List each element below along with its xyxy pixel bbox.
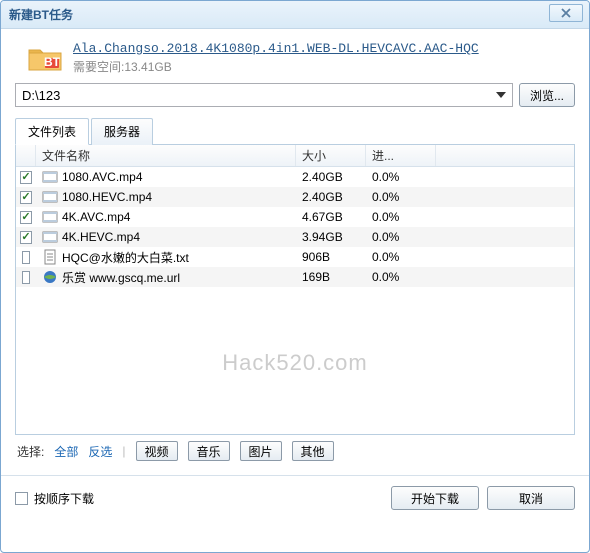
select-all-link[interactable]: 全部 xyxy=(54,443,78,460)
table-row[interactable]: 4K.AVC.mp4 4.67GB0.0% xyxy=(16,207,574,227)
row-checkbox[interactable] xyxy=(20,211,31,224)
table-row[interactable]: 乐赏 www.gscq.me.url 169B0.0% xyxy=(16,267,574,287)
close-icon xyxy=(561,8,571,18)
window-title: 新建BT任务 xyxy=(9,6,73,23)
table-row[interactable]: 1080.AVC.mp4 2.40GB0.0% xyxy=(16,167,574,187)
col-check xyxy=(16,145,36,166)
table-row[interactable]: 1080.HEVC.mp4 2.40GB0.0% xyxy=(16,187,574,207)
footer-buttons: 开始下载 取消 xyxy=(391,486,575,510)
dialog-window: 新建BT任务 BT Ala.Changso.2018.4K1080p.4in1.… xyxy=(0,0,590,553)
row-checkbox[interactable] xyxy=(22,251,30,264)
file-type-icon xyxy=(42,249,58,265)
bt-folder-icon: BT xyxy=(27,44,63,72)
path-input[interactable] xyxy=(15,83,513,107)
path-row: 浏览... xyxy=(15,83,575,107)
table-row[interactable]: HQC@水嫩的大白菜.txt 906B0.0% xyxy=(16,247,574,267)
sequential-label: 按顺序下载 xyxy=(34,490,94,507)
file-progress: 0.0% xyxy=(366,170,436,184)
file-progress: 0.0% xyxy=(366,210,436,224)
sequential-download-option[interactable]: 按顺序下载 xyxy=(15,490,94,507)
col-size[interactable]: 大小 xyxy=(296,145,366,166)
selection-bar: 选择: 全部 反选 | 视频 音乐 图片 其他 xyxy=(15,435,575,467)
tab-file-list[interactable]: 文件列表 xyxy=(15,118,89,145)
content-area: BT Ala.Changso.2018.4K1080p.4in1.WEB-DL.… xyxy=(1,29,589,475)
file-list-panel: 文件名称 大小 进... 1080.AVC.mp42.40GB0.0%1080.… xyxy=(15,145,575,435)
file-size: 2.40GB xyxy=(296,190,366,204)
row-checkbox[interactable] xyxy=(20,171,31,184)
torrent-name: Ala.Changso.2018.4K1080p.4in1.WEB-DL.HEV… xyxy=(73,41,479,56)
file-progress: 0.0% xyxy=(366,250,436,264)
row-checkbox[interactable] xyxy=(20,191,31,204)
select-label: 选择: xyxy=(17,443,44,460)
footer: 按顺序下载 开始下载 取消 xyxy=(1,475,589,520)
file-size: 3.94GB xyxy=(296,230,366,244)
file-progress: 0.0% xyxy=(366,270,436,284)
filter-image-button[interactable]: 图片 xyxy=(240,441,282,461)
col-progress[interactable]: 进... xyxy=(366,145,436,166)
watermark-text: Hack520.com xyxy=(16,350,574,376)
file-type-icon xyxy=(42,269,58,285)
cancel-button[interactable]: 取消 xyxy=(487,486,575,510)
close-button[interactable] xyxy=(549,4,583,22)
file-size: 906B xyxy=(296,250,366,264)
row-checkbox[interactable] xyxy=(20,231,31,244)
file-type-icon xyxy=(42,229,58,245)
tab-bar: 文件列表 服务器 xyxy=(15,117,575,145)
start-download-button[interactable]: 开始下载 xyxy=(391,486,479,510)
filter-video-button[interactable]: 视频 xyxy=(136,441,178,461)
file-name: 4K.HEVC.mp4 xyxy=(62,230,140,244)
file-size: 4.67GB xyxy=(296,210,366,224)
svg-text:BT: BT xyxy=(44,55,61,69)
table-body: 1080.AVC.mp42.40GB0.0%1080.HEVC.mp42.40G… xyxy=(16,167,574,287)
required-space: 需要空间:13.41GB xyxy=(73,58,479,75)
tab-servers[interactable]: 服务器 xyxy=(91,118,153,145)
browse-button[interactable]: 浏览... xyxy=(519,83,575,107)
file-progress: 0.0% xyxy=(366,190,436,204)
file-size: 2.40GB xyxy=(296,170,366,184)
col-name[interactable]: 文件名称 xyxy=(36,145,296,166)
filter-music-button[interactable]: 音乐 xyxy=(188,441,230,461)
select-invert-link[interactable]: 反选 xyxy=(88,443,112,460)
sequential-checkbox[interactable] xyxy=(15,492,28,505)
table-row[interactable]: 4K.HEVC.mp4 3.94GB0.0% xyxy=(16,227,574,247)
separator: | xyxy=(122,444,125,458)
file-progress: 0.0% xyxy=(366,230,436,244)
file-name: 4K.AVC.mp4 xyxy=(62,210,130,224)
row-checkbox[interactable] xyxy=(22,271,30,284)
filter-other-button[interactable]: 其他 xyxy=(292,441,334,461)
file-type-icon xyxy=(42,209,58,225)
file-name: 乐赏 www.gscq.me.url xyxy=(62,269,180,286)
file-type-icon xyxy=(42,189,58,205)
table-header: 文件名称 大小 进... xyxy=(16,145,574,167)
file-size: 169B xyxy=(296,270,366,284)
file-name: 1080.AVC.mp4 xyxy=(62,170,143,184)
file-name: 1080.HEVC.mp4 xyxy=(62,190,152,204)
torrent-header: BT Ala.Changso.2018.4K1080p.4in1.WEB-DL.… xyxy=(15,41,575,75)
file-type-icon xyxy=(42,169,58,185)
file-name: HQC@水嫩的大白菜.txt xyxy=(62,249,189,266)
titlebar: 新建BT任务 xyxy=(1,1,589,29)
